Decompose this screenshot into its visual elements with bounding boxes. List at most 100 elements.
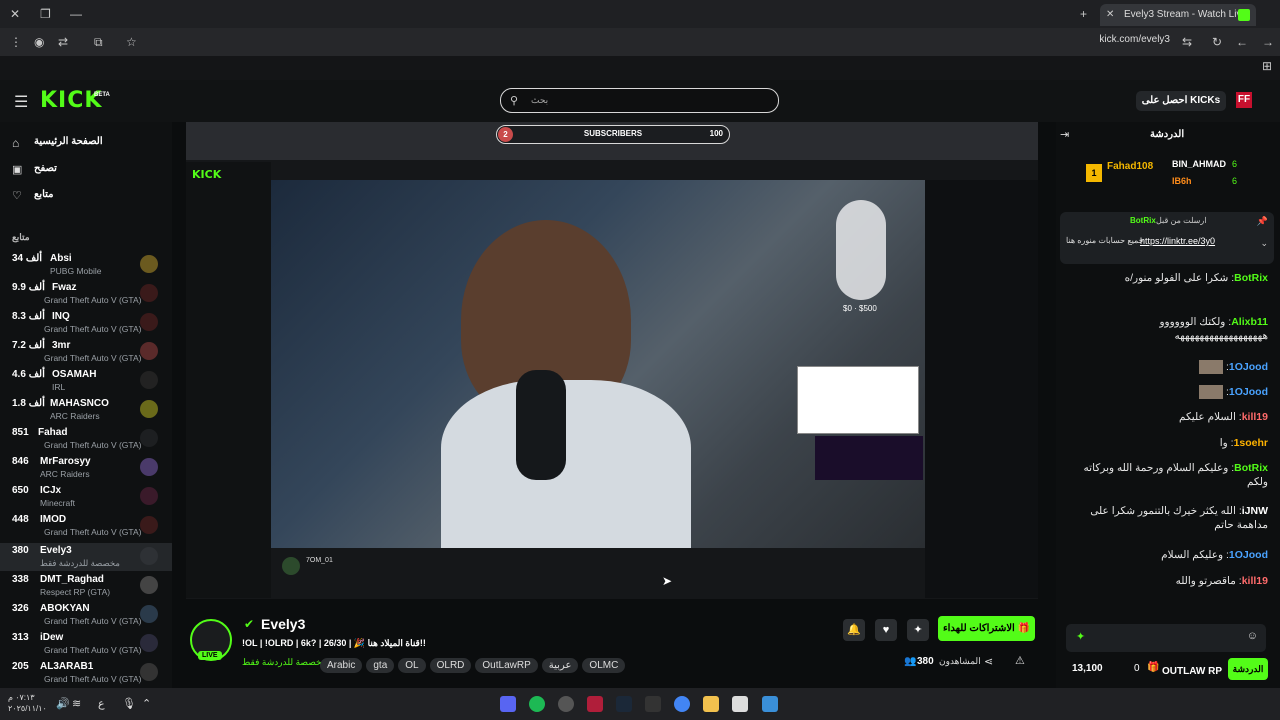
stream-category[interactable]: مخصصة للدردشة فقط	[242, 657, 327, 668]
streamer-name[interactable]: Evely3	[261, 616, 305, 632]
clock-date[interactable]: ٢٠٢٥/١١/١٠	[8, 704, 47, 713]
inner-streamer-name: 7OM_01	[306, 557, 333, 564]
following-item[interactable]: 313 iDew Grand Theft Auto V (GTA)	[0, 630, 172, 658]
minimize-window-icon[interactable]: —	[70, 0, 82, 28]
following-item[interactable]: 7.2 ألف 3mr Grand Theft Auto V (GTA)	[0, 338, 172, 366]
chat-username[interactable]: BotRix	[1234, 272, 1268, 284]
chat-username[interactable]: 1OJood	[1229, 386, 1268, 398]
tag[interactable]: gta	[366, 658, 395, 673]
following-item[interactable]: 338 DMT_Raghad Respect RP (GTA)	[0, 572, 172, 600]
nav-home[interactable]: الصفحة الرئيسية	[34, 136, 103, 147]
channel-category: PUBG Mobile	[50, 266, 102, 276]
channel-category: Grand Theft Auto V (GTA)	[44, 353, 142, 363]
spotify-icon[interactable]	[529, 696, 545, 712]
store-icon[interactable]	[732, 696, 748, 712]
channel-category: Grand Theft Auto V (GTA)	[44, 440, 142, 450]
following-item[interactable]: 8.3 ألف INQ Grand Theft Auto V (GTA)	[0, 309, 172, 337]
share-icon[interactable]: ⋖	[984, 655, 993, 668]
install-app-icon[interactable]: ⧉	[94, 28, 103, 56]
chrome-icon[interactable]	[674, 696, 690, 712]
language-indicator[interactable]: ع	[98, 697, 105, 710]
steam-icon[interactable]	[616, 696, 632, 712]
channel-category: Grand Theft Auto V (GTA)	[44, 324, 142, 334]
close-window-icon[interactable]: ✕	[10, 0, 20, 28]
get-kicks-button[interactable]: احصل على KICKs	[1136, 91, 1226, 111]
chevron-down-icon[interactable]: ⌄	[1260, 238, 1268, 249]
reload-icon[interactable]: ↻	[1212, 28, 1222, 56]
leaderboard-name[interactable]: Fahad108	[1107, 161, 1153, 172]
tag[interactable]: OutLawRP	[475, 658, 538, 673]
chat-username[interactable]: Alixb11	[1231, 316, 1268, 328]
tag[interactable]: عربية	[541, 658, 579, 673]
user-avatar[interactable]: FF	[1236, 92, 1252, 108]
sparkle-icon[interactable]: ✦	[907, 619, 929, 641]
following-item[interactable]: 34 ألف Absi PUBG Mobile	[0, 251, 172, 279]
hamburger-menu-icon[interactable]: ☰	[14, 92, 28, 112]
gift-icon[interactable]: 🎁	[1147, 662, 1159, 673]
search-input[interactable]: بحث	[500, 88, 779, 113]
extensions-icon[interactable]: ⇄	[58, 28, 68, 56]
microphone-icon[interactable]: 🎙	[122, 697, 136, 710]
follow-heart-icon[interactable]: ♥	[875, 619, 897, 641]
chat-text: السلام عليكم	[1179, 411, 1236, 423]
following-item[interactable]: 650 ICJx Minecraft	[0, 483, 172, 511]
menu-dots-icon[interactable]: ⋮	[10, 28, 22, 56]
following-item[interactable]: 326 ABOKYAN Grand Theft Auto V (GTA)	[0, 601, 172, 629]
leaderboard-name[interactable]: BIN_AHMAD	[1172, 159, 1226, 169]
leaderboard-name[interactable]: IB6h	[1172, 176, 1192, 186]
new-tab-button[interactable]: +	[1080, 0, 1087, 28]
report-warning-icon[interactable]: ⚠	[1015, 654, 1025, 667]
clock-time[interactable]: ٠٧:١٣ م	[8, 693, 35, 702]
bookmark-star-icon[interactable]: ☆	[126, 28, 137, 56]
emoji-icon[interactable]: ☺	[1247, 630, 1258, 642]
following-item[interactable]: 448 IMOD Grand Theft Auto V (GTA)	[0, 512, 172, 540]
chat-username[interactable]: 1soehr	[1234, 437, 1268, 449]
following-item-active[interactable]: 380 Evely3 مخصصة للدردشة فقط	[0, 543, 172, 571]
collapse-chat-icon[interactable]: ⇥	[1060, 128, 1069, 141]
chat-username[interactable]: BotRix	[1234, 462, 1268, 474]
back-icon[interactable]: ←	[1236, 28, 1248, 56]
volume-icon[interactable]: 🔊	[56, 697, 70, 710]
tag[interactable]: OLRD	[429, 658, 472, 673]
chat-username[interactable]: kill19	[1242, 575, 1268, 587]
tag[interactable]: Arabic	[320, 658, 363, 673]
pinned-message[interactable]: ارسلت من قبل BotRix جميع حسابات منوره هن…	[1060, 212, 1274, 264]
send-chat-button[interactable]: الدردشة	[1228, 658, 1268, 680]
pin-icon[interactable]: 📌	[1257, 216, 1268, 227]
chat-username[interactable]: 1OJood	[1229, 549, 1268, 561]
apps-grid-icon[interactable]: ⊞	[1262, 52, 1272, 80]
chat-username[interactable]: kill19	[1242, 411, 1268, 423]
avatar	[140, 371, 158, 389]
gift-subs-button[interactable]: الاشتراكات للهداء 🎁	[938, 616, 1035, 641]
discord-icon[interactable]	[500, 696, 516, 712]
nav-following[interactable]: متابع	[34, 189, 54, 200]
close-tab-icon[interactable]: ✕	[1106, 4, 1114, 26]
chevron-up-icon[interactable]: ⌃	[142, 697, 151, 710]
obs-icon[interactable]	[558, 696, 574, 712]
pinned-link[interactable]: https://linktr.ee/3y0	[1140, 236, 1215, 246]
tag[interactable]: OLMC	[582, 658, 626, 673]
following-item[interactable]: 9.9 ألف Fwaz Grand Theft Auto V (GTA)	[0, 280, 172, 308]
terminal-icon[interactable]	[645, 696, 661, 712]
profile-icon[interactable]: ◉	[34, 28, 44, 56]
file-explorer-icon[interactable]	[703, 696, 719, 712]
chat-username[interactable]: 1OJood	[1229, 361, 1268, 373]
following-item[interactable]: 1.8 ألف MAHASNCO ARC Raiders	[0, 396, 172, 424]
address-bar[interactable]: kick.com/evely3	[1099, 34, 1170, 45]
nav-browse[interactable]: تصفح	[34, 163, 57, 174]
following-item[interactable]: 851 Fahad Grand Theft Auto V (GTA)	[0, 425, 172, 453]
chat-message: Alixb11: ولكتك الوووووو هههههههههههههههه…	[1159, 316, 1268, 342]
site-settings-icon[interactable]: ⇆	[1182, 28, 1192, 56]
notification-bell-icon[interactable]: 🔔	[843, 619, 865, 641]
chat-username[interactable]: iJNW	[1242, 505, 1268, 517]
following-item[interactable]: 205 AL3ARAB1 Grand Theft Auto V (GTA)	[0, 659, 172, 687]
tab-evely3[interactable]: Evely3 Stream - Watch Live ✕	[1100, 4, 1256, 26]
windows-start-icon[interactable]	[762, 696, 778, 712]
tag[interactable]: OL	[398, 658, 426, 673]
wifi-icon[interactable]: ≋	[72, 697, 81, 710]
following-item[interactable]: 846 MrFarosyy ARC Raiders	[0, 454, 172, 482]
following-item[interactable]: 4.6 ألف OSAMAH IRL	[0, 367, 172, 395]
chat-input[interactable]: ✦ ☺	[1066, 624, 1266, 652]
adobe-icon[interactable]	[587, 696, 603, 712]
restore-window-icon[interactable]: ❐	[40, 0, 51, 28]
